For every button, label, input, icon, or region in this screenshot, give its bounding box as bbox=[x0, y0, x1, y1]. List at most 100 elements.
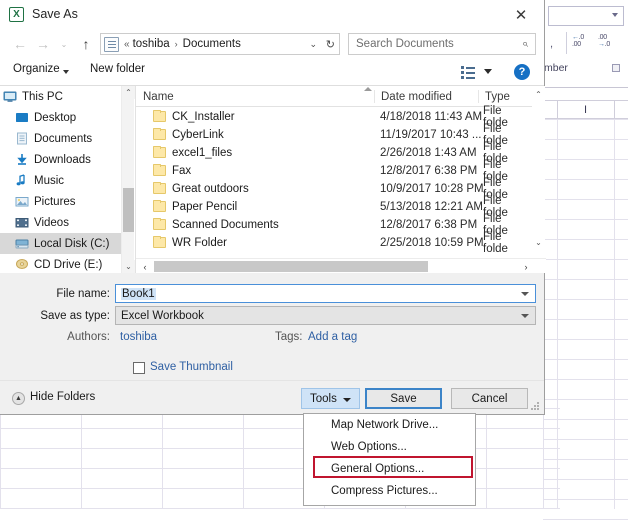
sidebar-item-music[interactable]: Music bbox=[0, 170, 121, 191]
scrollbar-thumb[interactable] bbox=[123, 188, 134, 232]
chevron-down-icon bbox=[343, 398, 351, 402]
decrease-decimal-icon[interactable]: .00 →.0 bbox=[598, 34, 610, 48]
new-folder-button[interactable]: New folder bbox=[90, 63, 145, 75]
up-button[interactable]: ↑ bbox=[76, 34, 96, 54]
file-list-vertical-scrollbar[interactable]: ⌃ ⌄ bbox=[532, 86, 545, 254]
authors-value[interactable]: toshiba bbox=[120, 331, 157, 343]
organize-button[interactable]: Organize bbox=[13, 63, 60, 75]
type-cell: File folde bbox=[483, 231, 508, 255]
scrollbar-thumb[interactable] bbox=[154, 261, 428, 272]
documents-folder-icon bbox=[104, 36, 119, 52]
scroll-right-icon[interactable]: › bbox=[519, 259, 533, 274]
sidebar-scrollbar[interactable]: ⌃ ⌄ bbox=[121, 86, 135, 273]
menu-item-label: General Options... bbox=[331, 463, 425, 475]
dialog-title: Save As bbox=[32, 7, 78, 21]
pictures-icon bbox=[15, 195, 29, 208]
sidebar-item-downloads[interactable]: Downloads bbox=[0, 149, 121, 170]
file-list-horizontal-scrollbar[interactable]: ‹ › bbox=[136, 258, 546, 273]
recent-locations-button[interactable]: ⌄ bbox=[56, 34, 72, 54]
excel-number-group: , ←.0.00 .00 →.0 bbox=[546, 30, 626, 60]
breadcrumb-item-toshiba[interactable]: toshiba bbox=[133, 38, 170, 50]
forward-button[interactable]: → bbox=[33, 34, 53, 54]
cancel-button[interactable]: Cancel bbox=[451, 388, 528, 409]
sidebar-item-videos[interactable]: Videos bbox=[0, 212, 121, 233]
chevron-down-icon bbox=[63, 70, 69, 74]
file-list-row[interactable]: WR Folder 2/25/2018 10:59 PM File folde bbox=[136, 231, 529, 255]
add-a-tag-link[interactable]: Add a tag bbox=[308, 331, 357, 343]
grid-line bbox=[543, 179, 628, 180]
excel-dialog-launcher-icon[interactable] bbox=[612, 64, 620, 72]
menu-item-map-network-drive[interactable]: Map Network Drive... bbox=[304, 414, 475, 436]
file-list-row[interactable]: Paper Pencil 5/13/2018 12:21 AM File folde bbox=[136, 195, 529, 219]
breadcrumb-overflow[interactable]: « bbox=[124, 39, 130, 50]
save-thumbnail-label[interactable]: Save Thumbnail bbox=[150, 361, 233, 373]
file-list-row[interactable]: CyberLink 11/19/2017 10:43 ... File folde bbox=[136, 123, 529, 147]
file-list-header: Name Date modified Type bbox=[136, 86, 545, 107]
file-list-row[interactable]: excel1_files 2/26/2018 1:43 AM File folde bbox=[136, 141, 529, 165]
save-button[interactable]: Save bbox=[365, 388, 442, 409]
scroll-down-icon[interactable]: ⌄ bbox=[122, 260, 135, 273]
grid-line bbox=[0, 408, 1, 509]
excel-number-format-combo[interactable] bbox=[548, 6, 624, 26]
increase-decimal-icon[interactable]: ←.0.00 bbox=[572, 34, 584, 48]
address-bar[interactable]: « toshiba › Documents ⌄ ↻ bbox=[100, 33, 340, 55]
date-modified-cell: 4/18/2018 11:43 AM bbox=[380, 111, 483, 123]
excel-column-header-I[interactable]: I bbox=[557, 101, 614, 118]
folder-icon bbox=[153, 127, 166, 140]
file-name-cell: Great outdoors bbox=[172, 183, 249, 195]
resize-grip[interactable] bbox=[531, 402, 541, 412]
file-name-cell: excel1_files bbox=[172, 147, 233, 159]
chevron-down-icon[interactable] bbox=[521, 313, 529, 318]
menu-item-compress-pictures[interactable]: Compress Pictures... bbox=[304, 480, 475, 502]
file-name-input[interactable]: Book1 bbox=[115, 284, 536, 303]
sidebar-item-cd-drive-e[interactable]: CD Drive (E:) bbox=[0, 254, 121, 273]
file-list-row[interactable]: CK_Installer 4/18/2018 11:43 AM File folde bbox=[136, 105, 529, 129]
sidebar-item-label: Pictures bbox=[34, 195, 76, 208]
sidebar-item-desktop[interactable]: Desktop bbox=[0, 107, 121, 128]
menu-item-web-options[interactable]: Web Options... bbox=[304, 436, 475, 458]
file-list-row[interactable]: Fax 12/8/2017 6:38 PM File folde bbox=[136, 159, 529, 183]
harddisk-icon bbox=[15, 237, 29, 250]
date-modified-cell: 11/19/2017 10:43 ... bbox=[380, 129, 482, 141]
file-list-row[interactable]: Great outdoors 10/9/2017 10:28 PM File fol… bbox=[136, 177, 529, 201]
scroll-up-icon[interactable]: ⌃ bbox=[532, 88, 545, 101]
column-header-date-modified[interactable]: Date modified bbox=[374, 86, 478, 107]
divider bbox=[614, 101, 615, 118]
sidebar-item-documents[interactable]: Documents bbox=[0, 128, 121, 149]
sidebar-item-label: CD Drive (E:) bbox=[34, 258, 103, 271]
chevron-down-icon[interactable]: ⌄ bbox=[309, 34, 317, 54]
dialog-footer: ▲ Hide Folders Tools Save Cancel bbox=[0, 380, 544, 414]
search-input[interactable]: Search Documents bbox=[356, 38, 454, 50]
sidebar-item-this-pc[interactable]: This PC bbox=[0, 86, 121, 107]
tools-button[interactable]: Tools bbox=[301, 388, 360, 409]
file-list-row[interactable]: Scanned Documents 12/8/2017 6:38 PM File f… bbox=[136, 213, 529, 237]
refresh-icon[interactable]: ↻ bbox=[326, 34, 335, 54]
date-modified-cell: 5/13/2018 12:21 AM bbox=[380, 201, 483, 213]
file-name-cell: Paper Pencil bbox=[172, 201, 238, 213]
chevron-down-icon[interactable] bbox=[484, 69, 492, 74]
file-name-value[interactable]: Book1 bbox=[121, 287, 156, 300]
hide-folders-icon[interactable]: ▲ bbox=[12, 392, 25, 405]
close-button[interactable]: ✕ bbox=[498, 0, 544, 30]
column-header-type[interactable]: Type bbox=[478, 86, 533, 107]
tags-label: Tags: bbox=[275, 331, 303, 343]
column-header-name[interactable]: Name bbox=[136, 86, 374, 107]
hide-folders-button[interactable]: Hide Folders bbox=[30, 391, 95, 403]
list-view-icon[interactable] bbox=[461, 66, 475, 79]
comma-style-icon[interactable]: , bbox=[550, 38, 553, 50]
back-button[interactable]: ← bbox=[10, 34, 30, 54]
file-name-cell: Fax bbox=[172, 165, 192, 177]
menu-item-general-options[interactable]: General Options... bbox=[304, 458, 475, 480]
breadcrumb-separator: › bbox=[174, 39, 178, 49]
scroll-up-icon[interactable]: ⌃ bbox=[122, 86, 135, 99]
scroll-left-icon[interactable]: ‹ bbox=[138, 259, 152, 274]
save-thumbnail-checkbox[interactable] bbox=[133, 362, 145, 374]
save-as-type-select[interactable]: Excel Workbook bbox=[115, 306, 536, 325]
chevron-down-icon[interactable] bbox=[521, 291, 529, 296]
breadcrumb-item-documents[interactable]: Documents bbox=[183, 38, 241, 50]
sidebar-item-pictures[interactable]: Pictures bbox=[0, 191, 121, 212]
scroll-down-icon[interactable]: ⌄ bbox=[532, 236, 545, 249]
sidebar-item-local-disk-c[interactable]: Local Disk (C:) bbox=[0, 233, 121, 254]
help-button[interactable]: ? bbox=[514, 64, 530, 80]
search-box[interactable]: Search Documents ⌕ bbox=[348, 33, 536, 55]
